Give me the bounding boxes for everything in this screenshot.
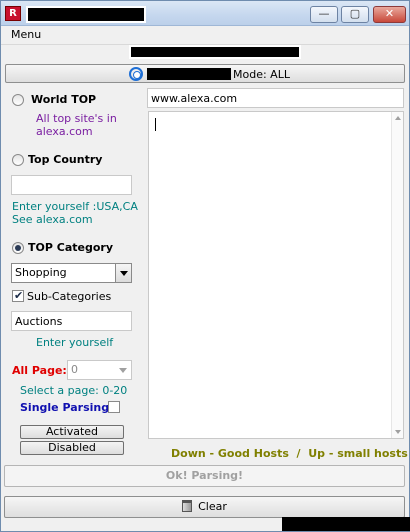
close-button[interactable]: ✕	[373, 6, 406, 23]
redacted-window-title	[26, 6, 146, 23]
clear-button[interactable]: Clear	[4, 496, 405, 518]
text-caret	[155, 118, 156, 131]
subcategories-checkbox[interactable]	[12, 289, 24, 302]
subcategory-hint: Enter yourself	[36, 336, 114, 349]
subcategories-label: Sub-Categories	[27, 290, 112, 303]
clear-button-label: Clear	[198, 500, 227, 513]
menu-item[interactable]: Menu	[11, 28, 41, 41]
country-input[interactable]	[11, 175, 132, 195]
world-top-desc-2: alexa.com	[36, 125, 93, 138]
redacted-status	[282, 517, 410, 531]
top-category-radio[interactable]	[12, 242, 24, 254]
top-country-radio[interactable]	[12, 154, 24, 166]
redacted-banner	[129, 45, 301, 59]
disabled-button[interactable]: Disabled	[20, 441, 124, 455]
maximize-button[interactable]: ▢	[341, 6, 369, 23]
parse-button[interactable]: Ok! Parsing!	[4, 465, 405, 487]
results-textarea[interactable]	[148, 111, 404, 439]
trash-icon	[182, 500, 193, 512]
url-input[interactable]: www.alexa.com	[147, 88, 404, 108]
mode-label: Mode: ALL	[233, 68, 290, 81]
app-logo-icon: R	[5, 6, 21, 21]
country-hint: Enter yourself :USA,CA	[12, 200, 138, 213]
hosts-legend: Down - Good Hosts / Up - small hosts	[171, 447, 408, 460]
subcategory-input[interactable]: Auctions	[11, 311, 132, 331]
single-parsing-checkbox[interactable]	[108, 401, 120, 413]
scroll-down-icon[interactable]	[395, 430, 401, 434]
top-country-label: Top Country	[28, 153, 103, 166]
chevron-down-icon[interactable]	[115, 361, 131, 379]
scroll-up-icon[interactable]	[395, 116, 401, 120]
page-hint: Select a page: 0-20	[20, 384, 128, 397]
activated-button[interactable]: Activated	[20, 425, 124, 439]
page-select-value: 0	[71, 363, 78, 376]
menu-bar: Menu	[1, 26, 409, 45]
gear-icon	[129, 67, 143, 81]
chevron-down-icon[interactable]	[115, 264, 131, 282]
single-parsing-label: Single Parsing:	[20, 401, 114, 414]
world-top-label: World TOP	[31, 93, 97, 106]
country-hint-2: See alexa.com	[12, 213, 93, 226]
top-category-label: TOP Category	[28, 241, 113, 254]
mode-button[interactable]: Mode: ALL	[5, 64, 405, 83]
all-page-label: All Page:	[12, 364, 67, 377]
app-window: R — ▢ ✕ Menu Mode: ALL World TOP All top…	[0, 0, 410, 532]
world-top-desc: All top site's in	[36, 112, 117, 125]
title-bar: R — ▢ ✕	[1, 1, 409, 26]
world-top-radio[interactable]	[12, 94, 24, 106]
category-select-value: Shopping	[15, 266, 67, 279]
vertical-scrollbar[interactable]	[391, 112, 403, 438]
redacted-mode-name	[147, 68, 231, 80]
page-select[interactable]: 0	[67, 360, 132, 380]
minimize-button[interactable]: —	[310, 6, 338, 23]
category-select[interactable]: Shopping	[11, 263, 132, 283]
